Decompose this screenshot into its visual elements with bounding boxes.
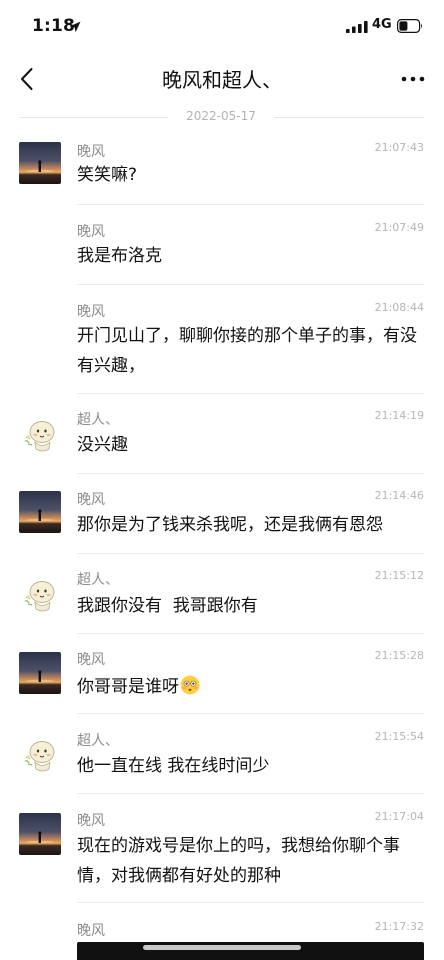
message-time: 21:15:54 xyxy=(374,730,424,743)
sender-name: 晚风 xyxy=(77,304,105,320)
message-divider xyxy=(77,284,424,285)
message-divider xyxy=(77,902,424,903)
separator-line-left xyxy=(20,117,168,118)
status-bar: 1:18 4G xyxy=(0,0,444,54)
location-arrow-icon xyxy=(69,21,81,33)
sender-name: 超人、 xyxy=(77,572,119,588)
message-item[interactable]: 超人、 21:15:12 我跟你没有 我哥跟你有 xyxy=(0,554,444,634)
cellular-signal-icon xyxy=(346,21,368,33)
sender-name: 晚风 xyxy=(77,224,105,240)
message-text: 开门见山了，聊聊你接的那个单子的事，有没有兴趣， xyxy=(77,326,417,376)
sender-name: 晚风 xyxy=(77,144,105,160)
separator-line-right xyxy=(274,117,424,118)
message-text: 那你是为了钱来杀我呢，还是我俩有恩怨 xyxy=(77,515,383,535)
message-text: 他一直在线 我在线时间少 xyxy=(77,756,270,776)
message-item[interactable]: 晚风 21:08:44 开门见山了，聊聊你接的那个单子的事，有没有兴趣， xyxy=(0,286,444,394)
message-time: 21:15:28 xyxy=(374,649,424,662)
avatar-sunset[interactable] xyxy=(19,652,61,694)
message-text: 我跟你没有 我哥跟你有 xyxy=(77,596,258,616)
sender-name: 超人、 xyxy=(77,733,119,749)
sender-name: 超人、 xyxy=(77,412,119,428)
avatar-sunset[interactable] xyxy=(19,142,61,184)
avatar-cartoon[interactable] xyxy=(19,735,61,777)
flushed-face-emoji-icon xyxy=(180,675,200,695)
message-text: 现在的游戏号是你上的吗，我想给你聊个事情，对我俩都有好处的那种 xyxy=(77,836,400,886)
sender-name: 晚风 xyxy=(77,492,105,508)
message-item[interactable]: 超人、 21:14:19 没兴趣 xyxy=(0,394,444,474)
home-indicator[interactable] xyxy=(143,945,301,950)
message-time: 21:15:12 xyxy=(374,569,424,582)
message-text: 笑笑嘛? xyxy=(77,165,138,185)
avatar-cartoon[interactable] xyxy=(19,575,61,617)
message-time: 21:07:43 xyxy=(374,141,424,154)
network-type: 4G xyxy=(372,17,392,32)
message-item[interactable]: 超人、 21:15:54 他一直在线 我在线时间少 xyxy=(0,714,444,794)
date-label: 2022-05-17 xyxy=(186,109,256,123)
message-item[interactable]: 晚风 21:07:49 我是布洛克 xyxy=(0,206,444,286)
message-item[interactable]: 晚风 21:14:46 那你是为了钱来杀我呢，还是我俩有恩怨 xyxy=(0,474,444,554)
battery-icon xyxy=(397,19,422,33)
avatar-sunset[interactable] xyxy=(19,491,61,533)
message-text: 你哥哥是谁呀 xyxy=(77,677,179,697)
message-time: 21:14:46 xyxy=(374,489,424,502)
message-text-container: 你哥哥是谁呀 xyxy=(77,672,426,702)
message-time: 21:17:32 xyxy=(374,920,424,933)
sender-name: 晚风 xyxy=(77,652,105,668)
sender-name: 晚风 xyxy=(77,923,105,939)
avatar-cartoon[interactable] xyxy=(19,415,61,457)
back-button[interactable] xyxy=(14,64,44,94)
message-divider xyxy=(77,204,424,205)
avatar-sunset[interactable] xyxy=(19,813,61,855)
message-item[interactable]: 晚风 21:17:04 现在的游戏号是你上的吗，我想给你聊个事情，对我俩都有好处… xyxy=(0,794,444,904)
more-options-button[interactable] xyxy=(398,66,428,92)
message-item[interactable]: 晚风 21:15:28 你哥哥是谁呀 xyxy=(0,634,444,714)
message-time: 21:07:49 xyxy=(374,221,424,234)
chat-screen: 1:18 4G 晚风和超人、 2022-05-17 晚风 21:07:43 笑笑… xyxy=(0,0,444,960)
message-text: 没兴趣 xyxy=(77,435,128,455)
message-text: 我是布洛克 xyxy=(77,246,162,266)
message-time: 21:17:04 xyxy=(374,810,424,823)
message-item[interactable]: 晚风 21:07:43 笑笑嘛? xyxy=(0,130,444,206)
chat-title: 晚风和超人、 xyxy=(162,68,282,92)
message-time: 21:14:19 xyxy=(374,409,424,422)
message-time: 21:08:44 xyxy=(374,301,424,314)
nav-bar: 晚风和超人、 xyxy=(0,54,444,104)
sender-name: 晚风 xyxy=(77,813,105,829)
date-separator: 2022-05-17 xyxy=(0,106,444,128)
